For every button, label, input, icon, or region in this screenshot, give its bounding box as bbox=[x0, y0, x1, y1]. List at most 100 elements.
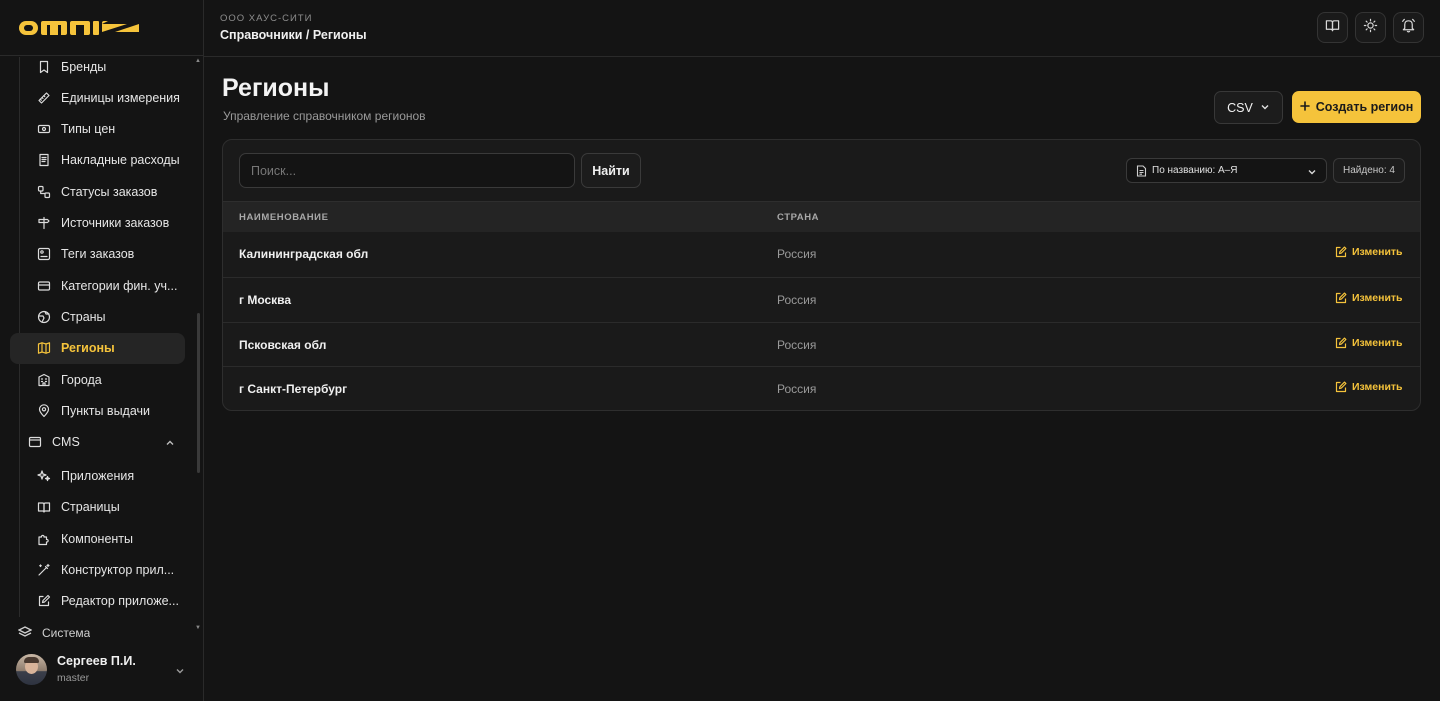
breadcrumb: Справочники / Регионы bbox=[220, 28, 367, 42]
edit-button[interactable]: Изменить bbox=[1335, 246, 1403, 258]
sidebar-item[interactable]: Источники заказов bbox=[10, 208, 185, 239]
sidebar-item[interactable]: Теги заказов bbox=[10, 239, 185, 270]
sidebar-item-label: Приложения bbox=[61, 469, 135, 484]
browser-window-icon bbox=[28, 435, 42, 449]
sidebar-item-label: Компоненты bbox=[61, 531, 134, 546]
plus-icon bbox=[1299, 100, 1310, 114]
edit-button[interactable]: Изменить bbox=[1335, 292, 1403, 304]
sidebar-scrollbar[interactable] bbox=[197, 313, 200, 473]
edit-button[interactable]: Изменить bbox=[1335, 337, 1403, 349]
sidebar-group-label: CMS bbox=[52, 435, 80, 450]
sidebar-item-label: Пункты выдачи bbox=[61, 403, 151, 418]
sidebar-item-label: Единицы измерения bbox=[61, 90, 180, 105]
chevron-down-icon bbox=[1307, 167, 1317, 180]
region-name: Калининградская обл bbox=[239, 247, 369, 261]
edit-icon bbox=[1335, 292, 1347, 304]
chevron-up-icon bbox=[165, 437, 175, 451]
sun-icon bbox=[1363, 18, 1378, 38]
sidebar-item[interactable]: Регионы bbox=[10, 332, 185, 364]
map-pin-icon bbox=[37, 404, 51, 418]
sidebar-item-label: Источники заказов bbox=[61, 216, 170, 230]
notifications-button[interactable] bbox=[1393, 12, 1424, 43]
sidebar-cms-item[interactable]: Редактор приложе... bbox=[10, 586, 185, 617]
top-bar: ООО ХАУС-СИТИ Справочники / Регионы bbox=[204, 0, 1440, 57]
sidebar-item-label: Категории фин. уч... bbox=[61, 278, 178, 293]
signpost-icon bbox=[37, 216, 51, 230]
page-subtitle: Управление справочником регионов bbox=[223, 109, 426, 123]
scroll-up-arrow[interactable]: ▲ bbox=[195, 58, 201, 64]
globe-icon bbox=[37, 310, 51, 324]
sidebar: Бренды Единицы измерения Типы цен Накладные… bbox=[0, 0, 204, 701]
magic-wand-icon bbox=[37, 563, 51, 577]
column-header-name[interactable]: НАИМЕНОВАНИЕ bbox=[239, 212, 329, 223]
tag-box-icon bbox=[37, 247, 51, 261]
avatar bbox=[16, 653, 47, 685]
banknote-icon bbox=[37, 122, 51, 136]
sidebar-item-label: Страницы bbox=[61, 500, 120, 515]
sidebar-item-label: Конструктор прил... bbox=[61, 563, 175, 577]
edit-label: Изменить bbox=[1352, 381, 1403, 394]
logo-row bbox=[0, 0, 203, 56]
search-input[interactable] bbox=[239, 153, 575, 188]
sidebar-item-label: Редактор приложе... bbox=[61, 594, 179, 609]
edit-icon bbox=[1335, 337, 1347, 349]
sidebar-item[interactable]: Накладные расходы bbox=[10, 145, 185, 176]
sidebar-cms-item[interactable]: Компоненты bbox=[10, 523, 185, 554]
table-header: НАИМЕНОВАНИЕ СТРАНА bbox=[223, 201, 1420, 232]
regions-card: Найти По названию: А–Я Найдено: 4 НАИМЕН… bbox=[222, 139, 1421, 411]
table-row: г Санкт-Петербург Россия Изменить bbox=[223, 366, 1420, 410]
chevron-down-icon bbox=[175, 663, 185, 681]
scroll-down-arrow[interactable]: ▼ bbox=[195, 625, 201, 631]
ruler-icon bbox=[37, 91, 51, 105]
sidebar-item[interactable]: Типы цен bbox=[10, 114, 185, 145]
edit-label: Изменить bbox=[1352, 291, 1403, 304]
user-menu[interactable]: Сергеев П.И. master bbox=[0, 637, 203, 701]
region-country: Россия bbox=[777, 292, 817, 307]
sidebar-cms-item[interactable]: Приложения bbox=[10, 461, 185, 492]
sidebar-item[interactable]: Категории фин. уч... bbox=[10, 270, 185, 301]
sidebar-item-label: Страны bbox=[61, 309, 106, 324]
csv-label: CSV bbox=[1227, 100, 1253, 115]
document-icon bbox=[1136, 164, 1147, 177]
docs-button[interactable] bbox=[1317, 12, 1348, 43]
sidebar-item-label: Типы цен bbox=[61, 122, 116, 137]
sidebar-item[interactable]: Страны bbox=[10, 301, 185, 332]
edit-button[interactable]: Изменить bbox=[1335, 381, 1403, 393]
csv-export-dropdown[interactable]: CSV bbox=[1214, 91, 1283, 124]
sidebar-item[interactable]: Единицы измерения bbox=[10, 82, 185, 113]
create-region-button[interactable]: Создать регион bbox=[1292, 91, 1421, 123]
edit-icon bbox=[1335, 381, 1347, 393]
sidebar-item[interactable]: Города bbox=[10, 364, 185, 395]
theme-toggle-button[interactable] bbox=[1355, 12, 1386, 43]
sidebar-nav: Бренды Единицы измерения Типы цен Накладные… bbox=[0, 57, 203, 637]
sidebar-cms-item[interactable]: Конструктор прил... bbox=[10, 555, 185, 586]
sidebar-cms-item[interactable]: Страницы bbox=[10, 492, 185, 523]
sidebar-item[interactable]: Пункты выдачи bbox=[10, 395, 185, 426]
create-region-label: Создать регион bbox=[1315, 100, 1414, 114]
region-country: Россия bbox=[777, 382, 817, 397]
user-text: Сергеев П.И. master bbox=[57, 654, 136, 684]
find-button[interactable]: Найти bbox=[581, 153, 641, 188]
region-country: Россия bbox=[777, 247, 817, 261]
sidebar-item[interactable]: Статусы заказов bbox=[10, 176, 185, 207]
table-row: Калининградская обл Россия Изменить bbox=[223, 232, 1420, 277]
table-row: Псковская обл Россия Изменить bbox=[223, 321, 1420, 367]
edit-label: Изменить bbox=[1352, 336, 1403, 349]
omniz-logo[interactable] bbox=[19, 20, 139, 35]
region-name: г Москва bbox=[239, 292, 292, 307]
sort-select[interactable]: По названию: А–Я bbox=[1126, 158, 1327, 183]
sidebar-item-label: Регионы bbox=[61, 341, 115, 356]
building-icon bbox=[37, 373, 51, 387]
region-name: г Санкт-Петербург bbox=[239, 382, 348, 397]
sidebar-item-label: Накладные расходы bbox=[61, 153, 180, 168]
book-open-icon bbox=[37, 500, 51, 514]
sidebar-item[interactable]: Бренды bbox=[10, 57, 185, 82]
edit-square-icon bbox=[37, 594, 51, 608]
column-header-country[interactable]: СТРАНА bbox=[777, 212, 819, 223]
sidebar-item-label: Города bbox=[61, 372, 102, 387]
region-name: Псковская обл bbox=[239, 337, 327, 352]
table-row: г Москва Россия Изменить bbox=[223, 276, 1420, 322]
sidebar-group-cms[interactable]: CMS bbox=[10, 427, 185, 458]
company-name: ООО ХАУС-СИТИ bbox=[220, 13, 313, 24]
page-title: Регионы bbox=[222, 74, 330, 102]
